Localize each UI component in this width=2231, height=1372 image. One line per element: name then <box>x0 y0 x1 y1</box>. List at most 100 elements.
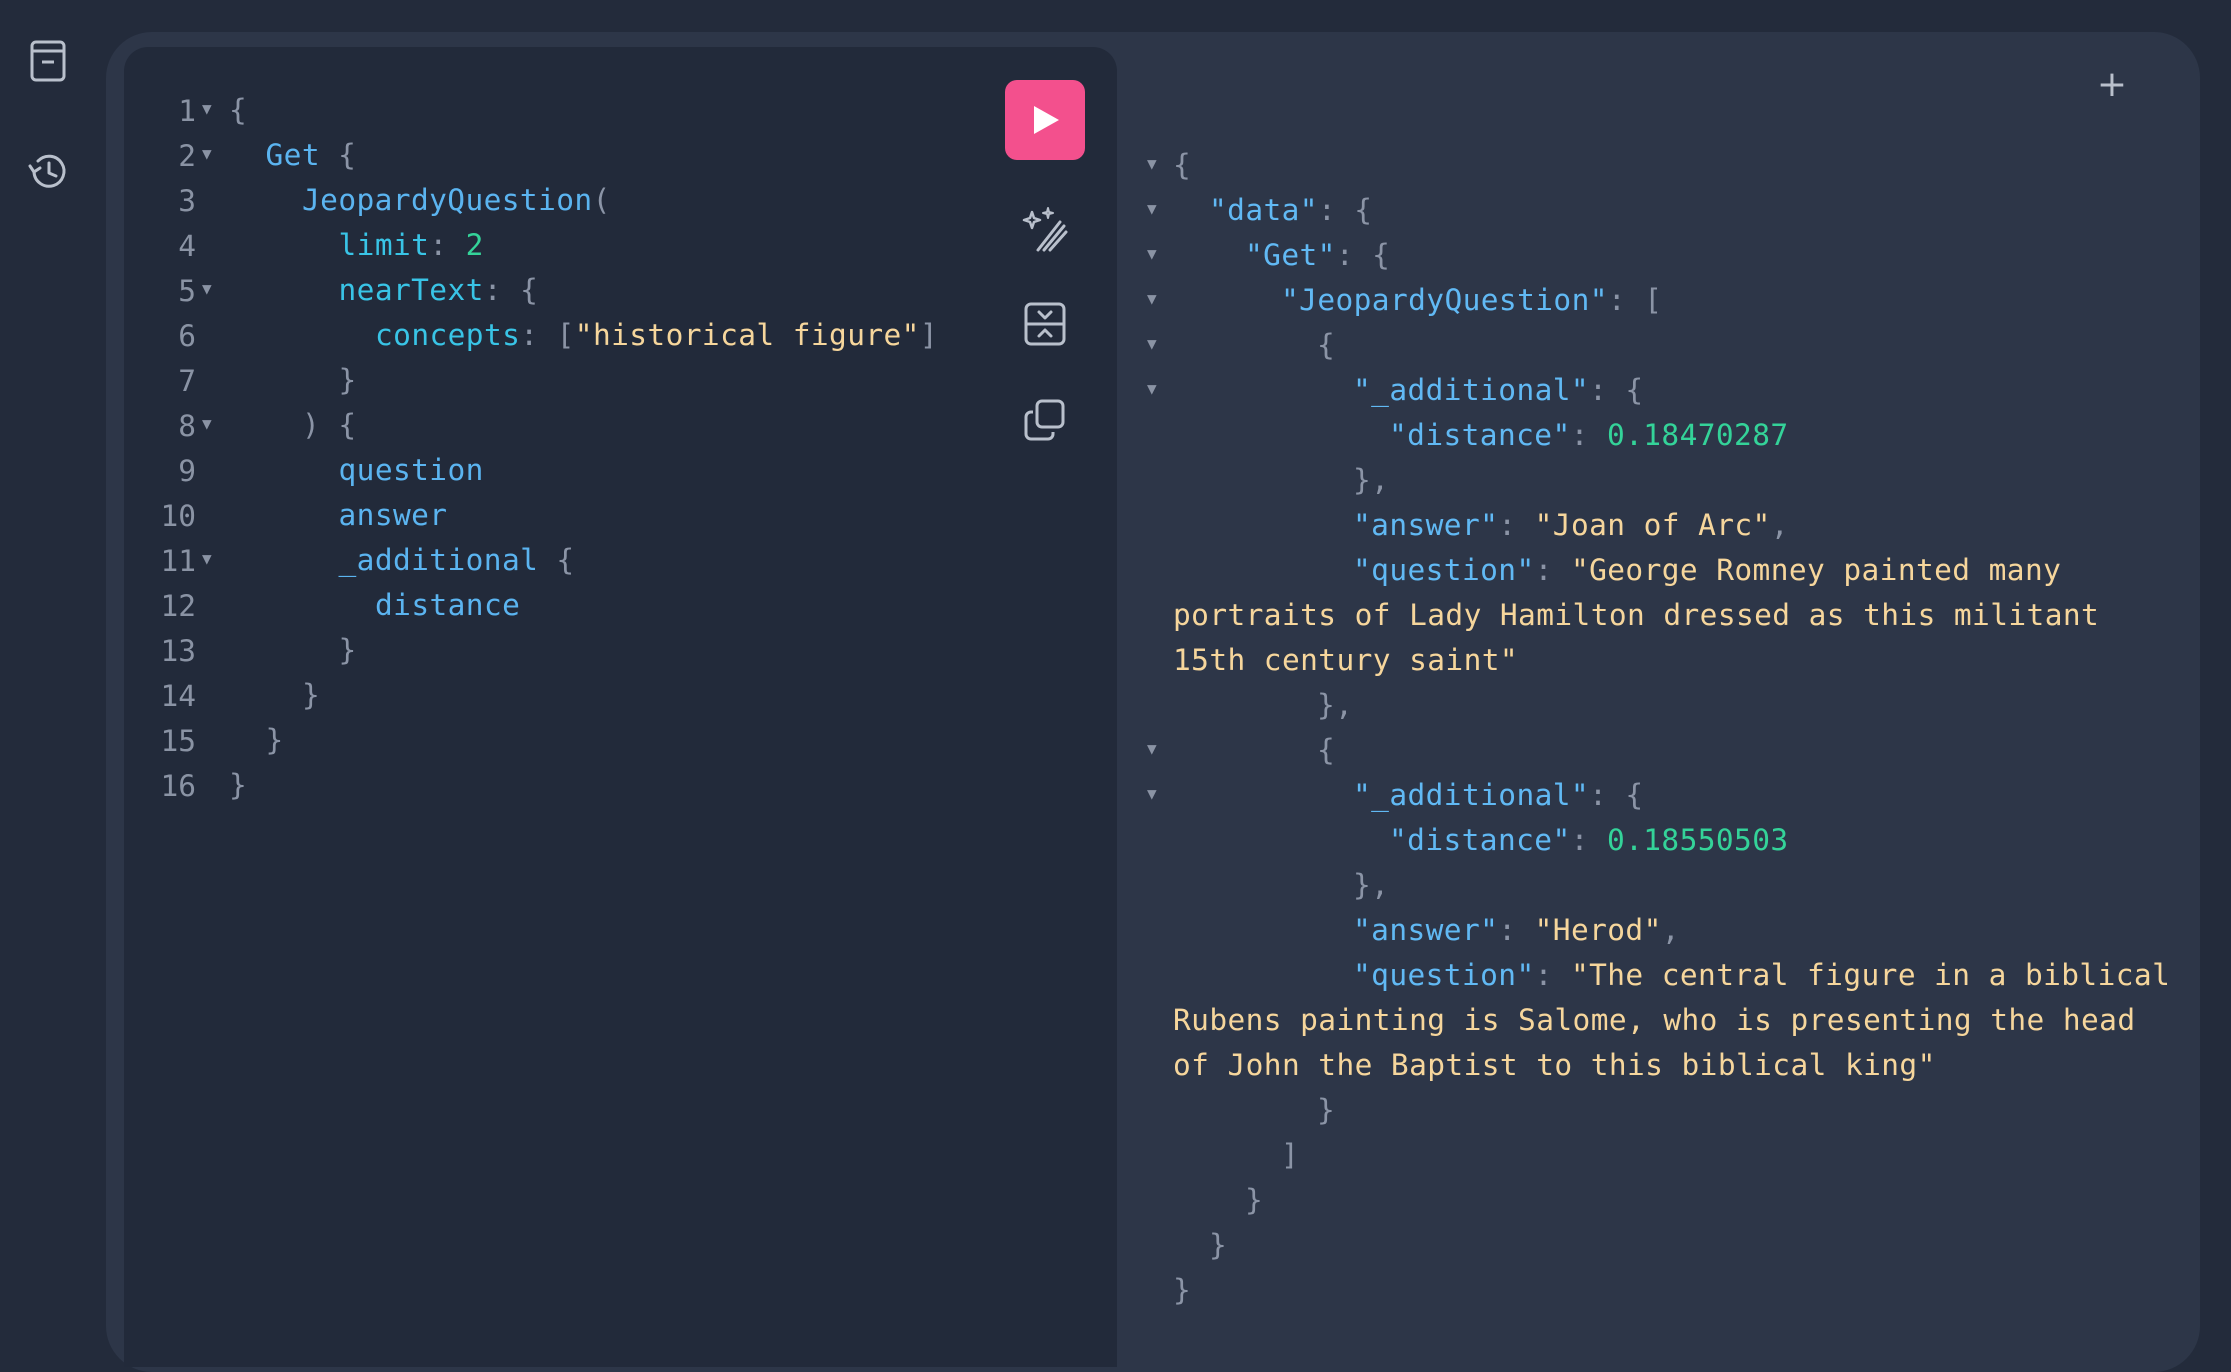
fold-toggle-icon[interactable]: ▼ <box>1147 334 1157 353</box>
merge-fragments-button[interactable] <box>1019 298 1071 350</box>
code-line[interactable]: nearText: { <box>339 267 539 312</box>
run-button[interactable] <box>1005 80 1085 160</box>
add-tab-button[interactable]: + <box>2092 64 2132 105</box>
line-number: 7 <box>178 364 196 398</box>
line-number: 14 <box>160 679 196 713</box>
result-line: "Get": { <box>1245 232 1390 277</box>
result-line: } <box>1245 1177 1263 1222</box>
result-token-punct: }, <box>1317 687 1354 722</box>
result-line: "distance": 0.18470287 <box>1389 412 1789 457</box>
code-token-prop: nearText <box>338 272 484 307</box>
result-token-punct: : { <box>1589 777 1644 812</box>
result-token-punct: , <box>1770 507 1789 542</box>
line-number: 10 <box>160 499 196 533</box>
line-number: 3 <box>178 184 196 218</box>
merge-fragments-icon <box>1024 302 1066 346</box>
code-token-punct: { <box>538 542 575 577</box>
code-token-field: Get <box>265 137 320 172</box>
code-line[interactable]: { <box>229 87 247 132</box>
code-line[interactable]: } <box>266 717 284 762</box>
result-line: "answer": "Herod", <box>1353 907 1680 952</box>
result-token-punct: : <box>1534 552 1571 587</box>
result-token-str: portraits of Lady Hamilton dressed as th… <box>1173 597 2100 632</box>
history-button[interactable] <box>22 146 74 198</box>
code-line[interactable]: } <box>229 762 247 807</box>
prettify-button[interactable] <box>1019 203 1071 255</box>
code-token-punct: ] <box>919 317 939 352</box>
fold-toggle-icon[interactable]: ▼ <box>1147 739 1157 758</box>
result-line: } <box>1173 1267 1191 1312</box>
line-number: 6 <box>178 319 196 353</box>
code-token-punct: ( <box>592 182 611 217</box>
result-line: "question": "The central figure in a bib… <box>1353 952 2170 997</box>
result-token-punct: , <box>1661 912 1680 947</box>
result-line: "data": { <box>1209 187 1372 232</box>
copy-icon <box>1024 399 1065 441</box>
line-number: 1 <box>178 94 196 128</box>
code-token-punct: : { <box>483 272 539 307</box>
code-token-punct: { <box>319 137 357 172</box>
fold-toggle-icon[interactable]: ▼ <box>1147 784 1157 803</box>
result-line: 15th century saint" <box>1173 637 1518 682</box>
code-token-num: 2 <box>465 227 484 262</box>
result-token-punct: } <box>1173 1272 1192 1307</box>
code-line[interactable]: _additional { <box>339 537 575 582</box>
line-number: 2 <box>178 139 196 173</box>
code-token-field: answer <box>338 497 448 532</box>
result-token-num: 0.18550503 <box>1606 822 1789 857</box>
result-token-key: "answer" <box>1353 507 1499 542</box>
code-line[interactable]: JeopardyQuestion( <box>302 177 611 222</box>
fold-toggle-icon[interactable]: ▼ <box>202 549 212 568</box>
result-line: portraits of Lady Hamilton dressed as th… <box>1173 592 2099 637</box>
code-token-str: "historical figure" <box>574 317 920 352</box>
documentation-button[interactable] <box>22 35 74 87</box>
result-line: }, <box>1353 457 1389 502</box>
fold-toggle-icon[interactable]: ▼ <box>202 99 212 118</box>
result-line: "_additional": { <box>1353 772 1644 817</box>
code-line[interactable]: } <box>302 672 320 717</box>
result-token-key: "answer" <box>1353 912 1499 947</box>
fold-toggle-icon[interactable]: ▼ <box>202 414 212 433</box>
code-token-punct: } <box>338 632 357 667</box>
result-line: ] <box>1281 1132 1299 1177</box>
code-line[interactable]: limit: 2 <box>339 222 484 267</box>
result-token-key: "_additional" <box>1353 372 1590 407</box>
fold-toggle-icon[interactable]: ▼ <box>202 144 212 163</box>
code-line[interactable]: answer <box>339 492 448 537</box>
query-editor[interactable] <box>124 47 1117 1367</box>
result-line: } <box>1317 1087 1335 1132</box>
result-token-key: "distance" <box>1389 417 1571 452</box>
line-number: 13 <box>160 634 196 668</box>
line-number: 9 <box>178 454 196 488</box>
line-number: 16 <box>160 769 196 803</box>
code-line[interactable]: distance <box>375 582 520 627</box>
code-token-punct: } <box>302 677 321 712</box>
fold-toggle-icon[interactable]: ▼ <box>1147 379 1157 398</box>
fold-toggle-icon[interactable]: ▼ <box>1147 199 1157 218</box>
code-line[interactable]: } <box>339 627 357 672</box>
code-line[interactable]: question <box>339 447 484 492</box>
history-icon <box>28 154 66 188</box>
result-token-key: "_additional" <box>1353 777 1590 812</box>
code-line[interactable]: } <box>339 357 357 402</box>
fold-toggle-icon[interactable]: ▼ <box>1147 289 1157 308</box>
result-token-key: "JeopardyQuestion" <box>1281 282 1608 317</box>
code-line[interactable]: Get { <box>266 132 357 177</box>
copy-button[interactable] <box>1019 394 1071 446</box>
fold-toggle-icon[interactable]: ▼ <box>1147 244 1157 263</box>
result-token-punct: { <box>1317 732 1336 767</box>
code-token-punct: } <box>229 767 248 802</box>
result-line: "distance": 0.18550503 <box>1389 817 1789 862</box>
result-token-str: "George Romney painted many <box>1570 552 2062 587</box>
magic-wand-icon <box>1022 207 1068 252</box>
result-line: Rubens painting is Salome, who is presen… <box>1173 997 2136 1042</box>
result-line: of John the Baptist to this biblical kin… <box>1173 1042 1936 1087</box>
code-line[interactable]: ) { <box>302 402 356 447</box>
result-line: "question": "George Romney painted many <box>1353 547 2061 592</box>
result-token-punct: : { <box>1589 372 1644 407</box>
fold-toggle-icon[interactable]: ▼ <box>1147 154 1157 173</box>
code-token-punct: ) { <box>302 407 357 442</box>
result-token-punct: } <box>1245 1182 1264 1217</box>
fold-toggle-icon[interactable]: ▼ <box>202 279 212 298</box>
code-line[interactable]: concepts: ["historical figure"] <box>375 312 938 357</box>
